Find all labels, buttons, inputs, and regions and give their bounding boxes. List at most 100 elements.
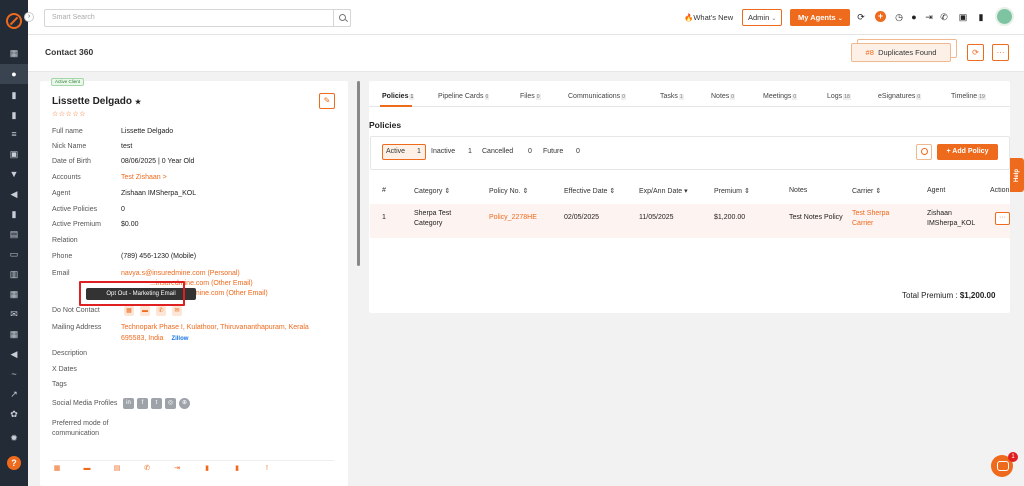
calendar-icon[interactable]: ▦: [8, 328, 20, 340]
mailing-address-link[interactable]: 695583, India: [121, 335, 163, 342]
globe-icon[interactable]: ⊕: [179, 398, 190, 409]
user-avatar[interactable]: [995, 7, 1014, 26]
dnc-calendar-icon[interactable]: ▦: [124, 306, 134, 316]
clock-icon[interactable]: ◷: [894, 12, 904, 22]
facebook-icon[interactable]: f: [137, 398, 148, 409]
filter-cancelled-label[interactable]: Cancelled: [482, 148, 513, 155]
settings-gear-icon[interactable]: ✹: [8, 432, 20, 444]
tab-timeline[interactable]: Timeline 19: [951, 93, 986, 100]
megaphone-icon[interactable]: ◀: [8, 188, 20, 200]
tab-files[interactable]: Files 0: [520, 93, 541, 100]
cell-premium: $1,200.00: [714, 214, 746, 221]
mail-icon[interactable]: ✉: [8, 308, 20, 320]
column-header[interactable]: Premium ⇕: [714, 187, 750, 195]
my-agents-button[interactable]: My Agents ⌄: [790, 9, 850, 26]
more-options-icon[interactable]: ···: [992, 44, 1009, 61]
carrier-link-line2[interactable]: Carrier: [852, 220, 873, 227]
phone-icon[interactable]: ✆: [142, 464, 152, 474]
mailing-address-link[interactable]: Technopark Phase I, Kulathoor, Thiruvana…: [121, 324, 309, 331]
contacts-icon[interactable]: ●: [8, 68, 20, 80]
column-header[interactable]: Carrier ⇕: [852, 187, 881, 195]
file-icon[interactable]: ▮: [232, 464, 242, 474]
carrier-link[interactable]: Test Sherpa: [852, 210, 889, 217]
policy-search-icon[interactable]: [916, 144, 932, 160]
edit-pencil-icon[interactable]: ✎: [319, 93, 335, 109]
panel-scrollbar[interactable]: [357, 81, 360, 266]
whats-new-link[interactable]: 🔥What's New: [684, 13, 733, 22]
building-icon[interactable]: ▥: [8, 268, 20, 280]
account-link[interactable]: Test Zishaan >: [121, 174, 167, 181]
duplicates-found-button[interactable]: #8 Duplicates Found: [851, 43, 951, 62]
filter-active-label[interactable]: Active: [386, 148, 405, 155]
book-icon[interactable]: ▤: [8, 228, 20, 240]
tab-communications[interactable]: Communications 0: [568, 93, 626, 100]
logout-icon[interactable]: ⇥: [924, 12, 934, 22]
folder-icon[interactable]: ▭: [8, 248, 20, 260]
notes-icon[interactable]: ▤: [112, 464, 122, 474]
twitter-icon[interactable]: t: [151, 398, 162, 409]
row-actions-button[interactable]: ···: [995, 212, 1010, 225]
field-label: Description: [52, 350, 88, 357]
clipboard-icon[interactable]: ▮: [8, 109, 20, 121]
help-question-icon[interactable]: ?: [7, 456, 21, 470]
calculator-icon[interactable]: ▦: [8, 288, 20, 300]
integrations-icon[interactable]: ✿: [8, 408, 20, 420]
signature-icon[interactable]: ~: [8, 368, 20, 380]
tab-logs[interactable]: Logs 18: [827, 93, 851, 100]
column-header[interactable]: Policy No. ⇕: [489, 187, 528, 195]
share-icon[interactable]: ⇥: [172, 464, 182, 474]
smart-search-input[interactable]: Smart Search: [44, 9, 351, 27]
table-row[interactable]: [370, 204, 1010, 238]
chat-icon[interactable]: ▬: [82, 465, 92, 475]
list-icon[interactable]: ≡: [8, 128, 20, 140]
column-header[interactable]: Category ⇕: [414, 187, 450, 195]
total-premium-value: $1,200.00: [959, 291, 996, 300]
role-select[interactable]: Admin ⌄: [742, 9, 782, 26]
dnc-chat-icon[interactable]: ▬: [140, 306, 150, 316]
sidebar-collapse-chevron-icon[interactable]: ›: [24, 12, 34, 22]
analytics-icon[interactable]: ↗: [8, 388, 20, 400]
policy-number-link[interactable]: Policy_2278HE: [489, 214, 537, 221]
tab-esignatures[interactable]: eSignatures 0: [878, 93, 922, 100]
dashboard-icon[interactable]: ▦: [8, 47, 20, 59]
filter-inactive-label[interactable]: Inactive: [431, 148, 455, 155]
sync-icon[interactable]: ⟳: [967, 44, 984, 61]
chip-icon[interactable]: ▣: [958, 12, 968, 22]
zillow-link[interactable]: Zillow: [171, 336, 188, 342]
quick-add-plus-icon[interactable]: +: [875, 11, 886, 22]
phone-icon[interactable]: ✆: [939, 12, 949, 22]
bell-icon[interactable]: ●: [909, 12, 919, 22]
filter-future-label[interactable]: Future: [543, 148, 563, 155]
page-header: Contact 360 #8 Duplicates Found ⟳ ···: [28, 35, 1024, 72]
tab-notes[interactable]: Notes 0: [711, 93, 736, 100]
dnc-mail-icon[interactable]: ✉: [172, 306, 182, 316]
search-icon[interactable]: [333, 9, 351, 27]
tab-meetings[interactable]: Meetings 0: [763, 93, 798, 100]
help-side-tab[interactable]: Help: [1010, 158, 1024, 192]
mailing-address-line2: 695583, India Zillow: [121, 335, 188, 342]
field-value: 0: [121, 206, 125, 213]
refresh-icon[interactable]: ⟳: [856, 12, 866, 22]
email-link[interactable]: navya.s@insuredmine.com (Personal): [121, 270, 240, 277]
column-header[interactable]: Effective Date ⇕: [564, 187, 615, 195]
tab-pipeline-cards[interactable]: Pipeline Cards 0: [438, 93, 490, 100]
email-link[interactable]: ...mine.com (Other Email): [188, 290, 268, 297]
tab-tasks[interactable]: Tasks 1: [660, 93, 684, 100]
brand-logo-icon[interactable]: [6, 13, 22, 29]
linkedin-icon[interactable]: in: [123, 398, 134, 409]
instagram-icon[interactable]: ◎: [165, 398, 176, 409]
rating-stars[interactable]: ☆☆☆☆☆: [52, 110, 86, 118]
dnc-phone-icon[interactable]: ✆: [156, 306, 166, 316]
column-header[interactable]: Exp/Ann Date ▾: [639, 187, 688, 195]
campaign-icon[interactable]: ◀: [8, 348, 20, 360]
file-icon[interactable]: ▮: [8, 208, 20, 220]
device-icon[interactable]: ▮: [976, 12, 986, 22]
alert-icon[interactable]: !: [262, 465, 272, 475]
add-policy-button[interactable]: + Add Policy: [937, 144, 998, 160]
tab-policies[interactable]: Policies 1: [382, 93, 415, 100]
document-icon[interactable]: ▮: [202, 464, 212, 474]
filter-icon[interactable]: ▼: [8, 168, 20, 180]
calendar-icon[interactable]: ▦: [52, 464, 62, 474]
documents-icon[interactable]: ▮: [8, 89, 20, 101]
profile-card-icon[interactable]: ▣: [8, 148, 20, 160]
